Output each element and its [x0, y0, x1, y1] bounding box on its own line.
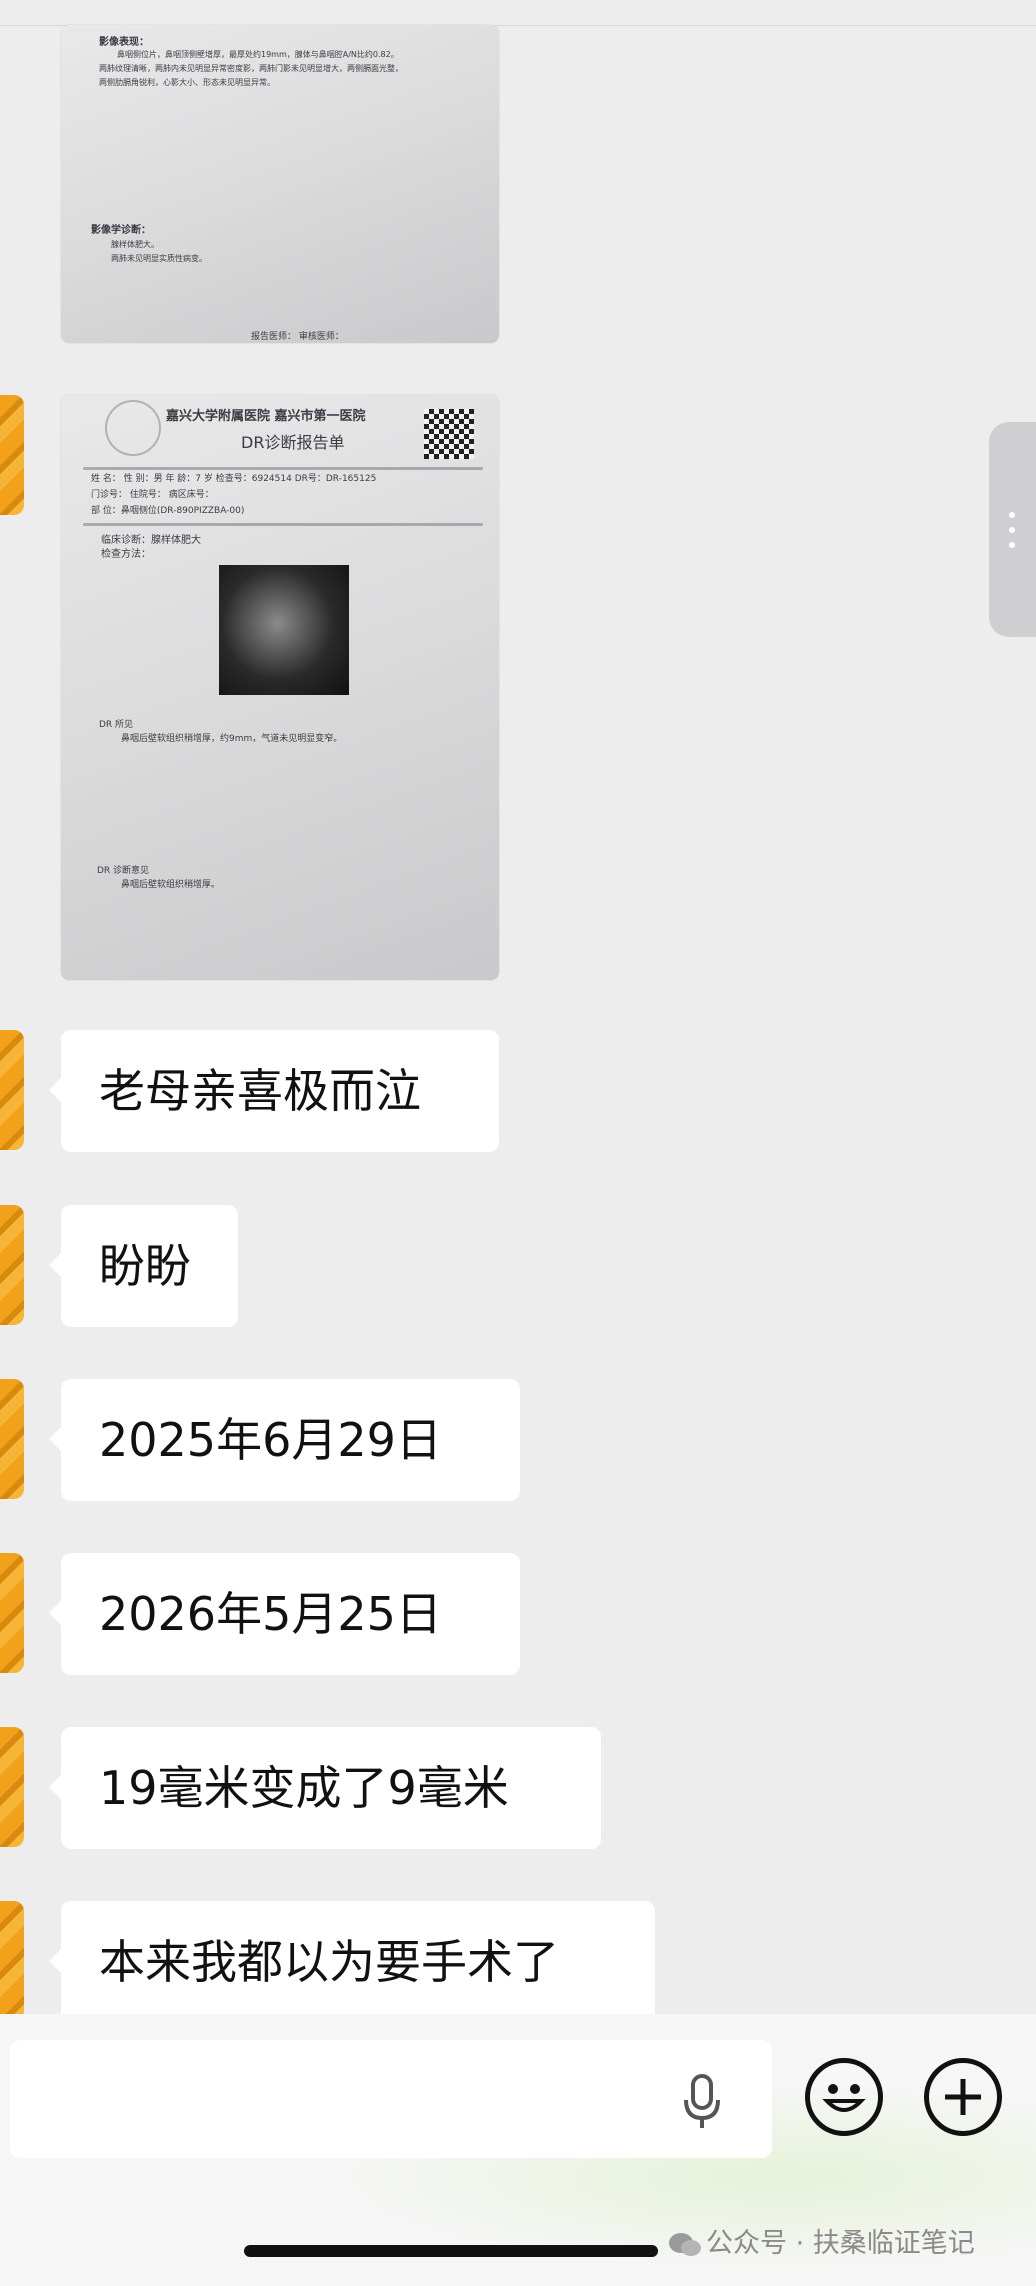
avatar[interactable]	[0, 1553, 24, 1673]
wechat-icon	[669, 2232, 701, 2256]
xray-image	[219, 565, 349, 695]
report1-impression-heading: 影像学诊断：	[91, 225, 151, 236]
qr-code-icon	[424, 409, 474, 459]
top-bar	[0, 0, 1036, 26]
report2-clinical: 临床诊断：腺样体肥大	[101, 535, 201, 546]
report2-impression-heading: DR 诊断意见	[97, 866, 150, 876]
report1-impression-line: 两肺未见明显实质性病变。	[111, 254, 207, 263]
message-bubble[interactable]: 本来我都以为要手术了	[49, 1901, 655, 2023]
chat-image-report-1[interactable]: 影像表现： 鼻咽侧位片，鼻咽顶侧壁增厚，最厚处约19mm，腺体与鼻咽腔A/N比约…	[61, 25, 499, 343]
divider	[83, 467, 483, 470]
report1-findings-heading: 影像表现：	[99, 37, 149, 48]
report1-finding-line: 两侧肋膈角锐利，心影大小、形态未见明显异常。	[99, 78, 275, 87]
message-bubble[interactable]: 19毫米变成了9毫米	[49, 1727, 601, 1849]
report1-impression-line: 腺样体肥大。	[111, 240, 159, 249]
report2-row: 门诊号： 住院号： 病区床号：	[91, 490, 214, 500]
report1-footer: 报告医师： 审核医师：	[251, 332, 344, 342]
message-bubble[interactable]: 2025年6月29日	[49, 1379, 520, 1501]
report2-title: DR诊断报告单	[241, 433, 345, 452]
watermark-text: 公众号 · 扶桑临证笔记	[706, 2228, 975, 2259]
more-dots-icon	[1009, 512, 1015, 518]
add-button[interactable]	[924, 2058, 1002, 2136]
chat-image-report-2[interactable]: 嘉兴大学附属医院 嘉兴市第一医院 DR诊断报告单 姓 名： 性 别：男 年 龄：…	[61, 395, 499, 980]
divider	[83, 523, 483, 526]
avatar[interactable]	[0, 1727, 24, 1847]
microphone-icon[interactable]	[682, 2074, 722, 2130]
message-bubble[interactable]: 2026年5月25日	[49, 1553, 520, 1675]
avatar[interactable]	[0, 395, 24, 515]
report2-impression-line: 鼻咽后壁软组织稍增厚。	[121, 880, 221, 890]
avatar[interactable]	[0, 1901, 24, 2021]
report2-method: 检查方法：	[101, 549, 151, 560]
avatar[interactable]	[0, 1030, 24, 1150]
home-indicator[interactable]	[244, 2245, 658, 2257]
watermark: 公众号 · 扶桑临证笔记	[668, 2221, 975, 2260]
avatar[interactable]	[0, 1379, 24, 1499]
report2-finding-line: 鼻咽后壁软组织稍增厚，约9mm，气道未见明显变窄。	[121, 734, 343, 744]
report2-hospital: 嘉兴大学附属医院 嘉兴市第一医院	[166, 409, 366, 424]
report2-findings-heading: DR 所见	[99, 720, 134, 730]
message-bubble[interactable]: 盼盼	[49, 1205, 238, 1327]
emoji-icon	[822, 2084, 866, 2112]
report2-row: 部 位：鼻咽侧位(DR-890PIZZBA-00)	[91, 506, 245, 516]
more-dots-icon	[1009, 527, 1015, 533]
avatar[interactable]	[0, 1205, 24, 1325]
report1-finding-line: 鼻咽侧位片，鼻咽顶侧壁增厚，最厚处约19mm，腺体与鼻咽腔A/N比约0.82。	[117, 50, 399, 59]
hospital-seal-icon	[105, 400, 161, 456]
plus-icon	[945, 2079, 981, 2115]
side-drawer-handle[interactable]	[989, 422, 1036, 637]
message-input[interactable]	[10, 2040, 772, 2158]
report1-finding-line: 两肺纹理清晰，两肺内未见明显异常密度影，两肺门影未见明显增大，两侧膈面光整，	[99, 64, 403, 73]
message-bubble[interactable]: 老母亲喜极而泣	[49, 1030, 499, 1152]
emoji-button[interactable]	[805, 2058, 883, 2136]
report2-row: 姓 名： 性 别：男 年 龄：7 岁 检查号：6924514 DR号：DR-16…	[91, 474, 377, 484]
more-dots-icon	[1009, 542, 1015, 548]
